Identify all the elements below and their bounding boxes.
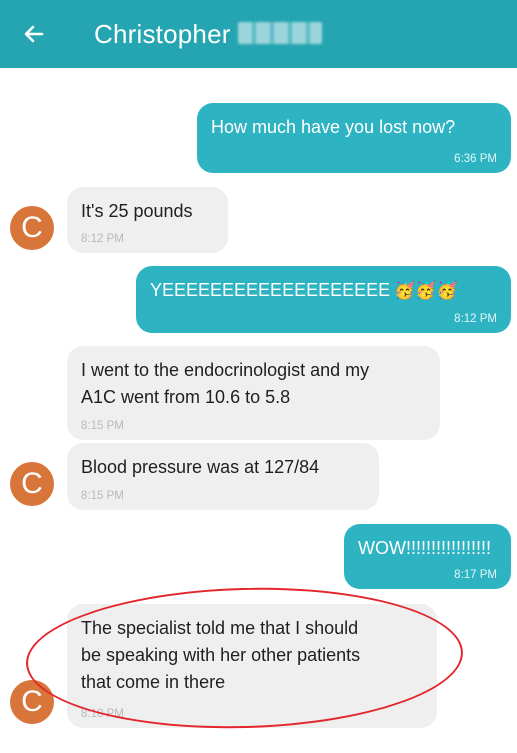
contact-avatar[interactable]: C [10, 680, 54, 724]
message-incoming[interactable]: Blood pressure was at 127/84 8:15 PM [67, 443, 379, 510]
message-time: 8:15 PM [81, 420, 124, 432]
message-line: that come in there [81, 672, 226, 692]
message-line: The specialist told me that I should [81, 618, 359, 638]
message-time: 8:17 PM [454, 569, 497, 581]
message-outgoing[interactable]: WOW!!!!!!!!!!!!!!!!! 8:17 PM [344, 524, 511, 589]
message-outgoing[interactable]: YEEEEEEEEEEEEEEEEEEE 🥳🥳🥳 8:12 PM [136, 266, 511, 333]
message-incoming[interactable]: The specialist told me that I should be … [67, 604, 437, 728]
redacted-surname [238, 22, 322, 44]
message-line: be speaking with her other patients [81, 645, 361, 665]
arrow-left-icon [24, 25, 44, 43]
message-text: WOW!!!!!!!!!!!!!!!!! [358, 538, 491, 558]
message-time: 8:18 PM [81, 708, 124, 720]
message-text: Blood pressure was at 127/84 [81, 457, 320, 477]
message-time: 6:36 PM [454, 153, 497, 165]
message-outgoing[interactable]: How much have you lost now? 6:36 PM [197, 103, 511, 173]
message-text-content: YEEEEEEEEEEEEEEEEEEE [150, 280, 391, 300]
message-time: 8:12 PM [81, 233, 124, 245]
message-text: How much have you lost now? [211, 117, 456, 137]
message-time: 8:15 PM [81, 490, 124, 502]
message-time: 8:12 PM [454, 313, 497, 325]
message-line: A1C went from 10.6 to 5.8 [81, 387, 291, 407]
contact-name: Christopher [94, 19, 231, 49]
message-text: It's 25 pounds [81, 201, 193, 221]
contact-avatar[interactable]: C [10, 206, 54, 250]
message-line: I went to the endocrinologist and my [81, 360, 370, 380]
message-incoming[interactable]: It's 25 pounds 8:12 PM [67, 187, 228, 253]
back-button[interactable] [14, 14, 54, 54]
contact-avatar[interactable]: C [10, 462, 54, 506]
chat-header: Christopher [0, 0, 517, 68]
message-incoming[interactable]: I went to the endocrinologist and my A1C… [67, 346, 440, 440]
message-text: YEEEEEEEEEEEEEEEEEEE 🥳🥳🥳 [150, 277, 497, 304]
partying-face-emoji: 🥳🥳🥳 [394, 281, 458, 300]
